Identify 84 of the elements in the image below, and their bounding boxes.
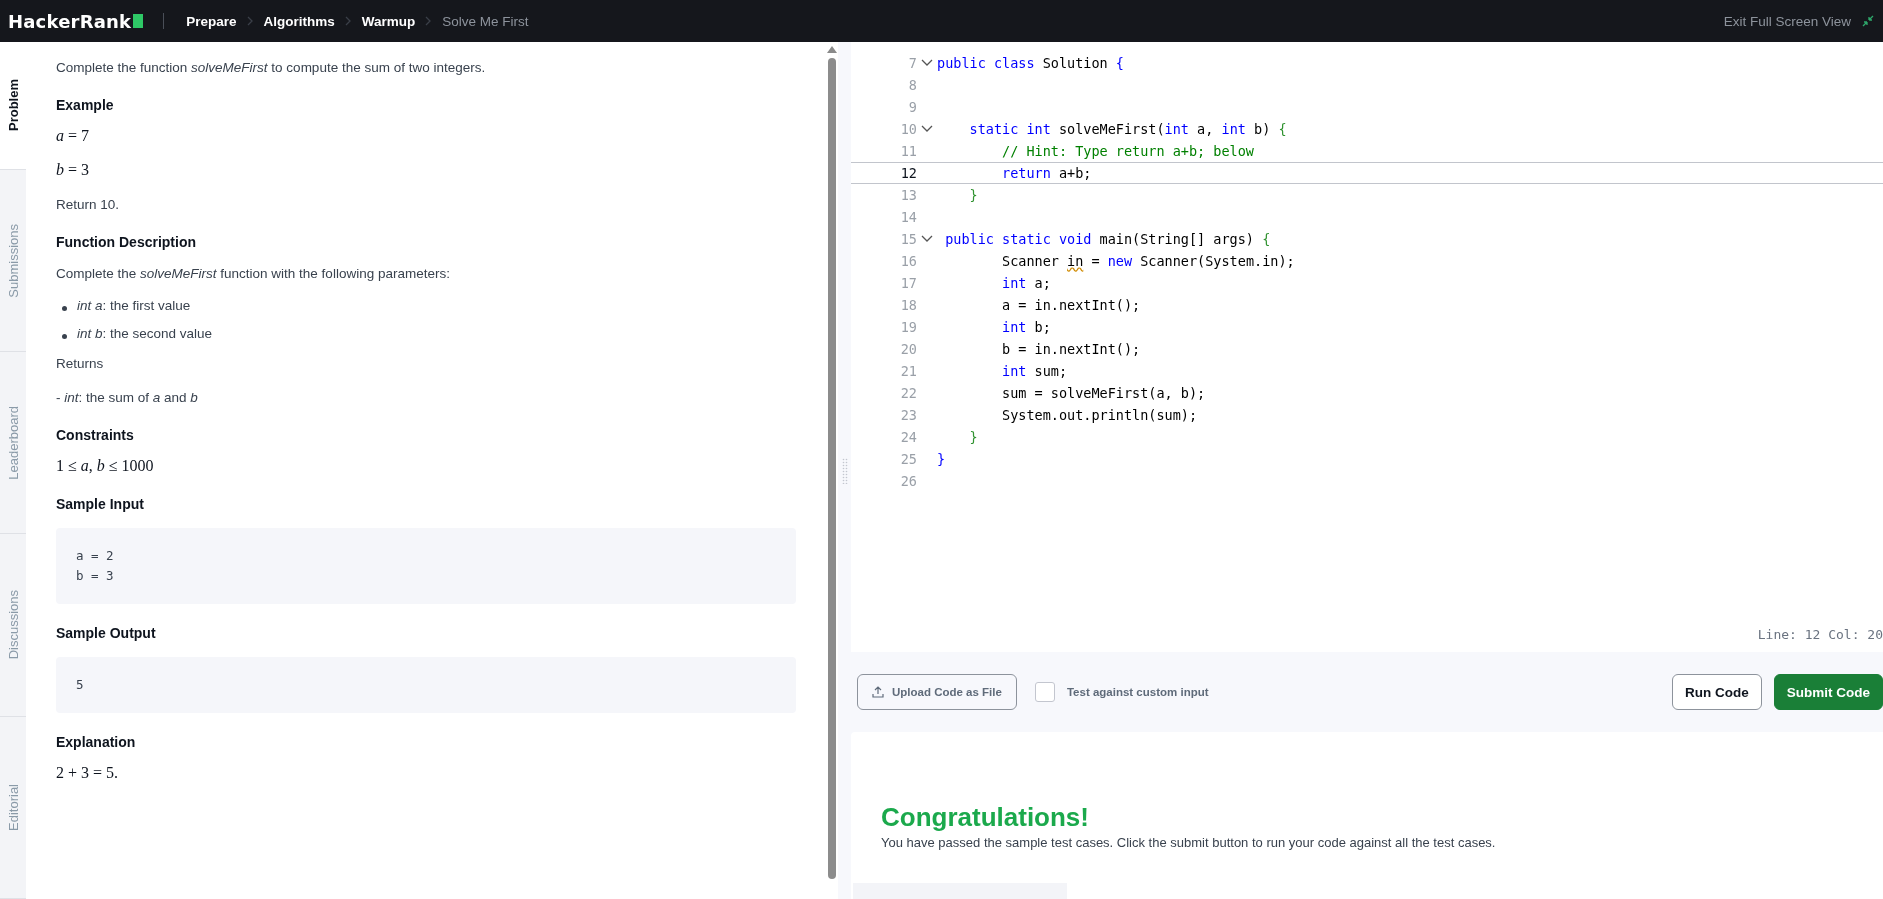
code-line: // Hint: Type return a+b; below	[1001, 143, 1254, 159]
paragraph: - int: the sum of a and b	[56, 389, 199, 407]
code-line: }	[937, 451, 946, 467]
code-line: public class Solution {	[937, 55, 1124, 71]
drag-handle-icon[interactable]	[841, 457, 848, 484]
fold-chevron-icon[interactable]	[921, 59, 933, 67]
code-line: int b;	[1001, 319, 1051, 335]
line-number: 16	[899, 253, 917, 269]
line-number: 24	[899, 429, 917, 445]
line-number: 25	[899, 451, 917, 467]
line-number: 12	[899, 165, 917, 181]
line-number: 23	[899, 407, 917, 423]
checkbox-label[interactable]: Test against custom input	[1066, 686, 1209, 698]
breadcrumb-link[interactable]: Algorithms	[263, 13, 335, 29]
chevron-icon	[425, 16, 433, 26]
logo[interactable]: HackerRank	[8, 10, 132, 32]
line-number: 8	[907, 77, 917, 93]
code-line: return a+b;	[1001, 165, 1092, 181]
code-line: 5	[76, 676, 85, 694]
line-number: 22	[899, 385, 917, 401]
line-number: 20	[899, 341, 917, 357]
code-line: b = in.nextInt();	[1001, 341, 1141, 357]
scroll-up-arrow-icon[interactable]	[827, 46, 837, 53]
section-heading: Sample Output	[56, 624, 157, 643]
line-number: 18	[899, 297, 917, 313]
chevron-icon	[344, 16, 352, 26]
line-number: 11	[899, 143, 917, 159]
section-heading: Example	[56, 96, 115, 115]
chevron-icon	[246, 16, 254, 26]
code-line: b = 3	[76, 567, 115, 585]
fold-chevron-icon[interactable]	[921, 235, 933, 243]
bullet-icon	[62, 305, 67, 311]
code-line: System.out.println(sum);	[1001, 407, 1198, 423]
fold-chevron-icon[interactable]	[921, 125, 933, 133]
line-number: 15	[899, 231, 917, 247]
code-line: int sum;	[1001, 363, 1068, 379]
line-number: 26	[899, 473, 917, 489]
code-line: }	[968, 429, 978, 445]
code-line: public static void main(String[] args) {	[944, 231, 1271, 247]
result-title: Congratulations!	[881, 802, 1090, 833]
list-item: int b: the second value	[77, 325, 213, 343]
line-number: 17	[899, 275, 917, 291]
code-line: Scanner in = new Scanner(System.in);	[1001, 253, 1295, 269]
checkbox[interactable]	[1034, 682, 1055, 702]
breadcrumb-link[interactable]: Prepare	[186, 13, 237, 29]
run-code-button[interactable]: Run Code	[1672, 674, 1762, 710]
code-line: a = 2	[76, 547, 115, 565]
line-number: 10	[899, 121, 917, 137]
code-line: }	[968, 187, 978, 203]
code-line: int a;	[1001, 275, 1051, 291]
bullet-icon	[62, 333, 67, 339]
breadcrumb-link[interactable]: Solve Me First	[442, 13, 529, 29]
math-expression: a = 7	[56, 126, 91, 146]
code-line: sum = solveMeFirst(a, b);	[1001, 385, 1206, 401]
paragraph: Complete the function solveMeFirst to compute the sum of two integers.	[56, 59, 487, 77]
result-message: You have passed the sample test cases. Click the submit button to run your code against all the test cases.	[881, 835, 1497, 850]
list-item: int a: the first value	[77, 297, 191, 315]
paragraph: Complete the solveMeFirst function with the following parameters:	[56, 265, 451, 283]
upload-icon	[872, 686, 884, 698]
code-line: a = in.nextInt();	[1001, 297, 1141, 313]
line-number: 7	[907, 55, 917, 71]
paragraph: Return 10.	[56, 196, 121, 214]
logo-block-icon	[133, 14, 144, 28]
side-tab[interactable]: Problem	[0, 42, 26, 170]
math-expression: 1 ≤ a, b ≤ 1000	[56, 456, 155, 476]
submit-code-button[interactable]: Submit Code	[1773, 674, 1883, 710]
exit-full-screen-link[interactable]: Exit Full Screen View	[1723, 13, 1851, 29]
section-heading: Function Description	[56, 233, 197, 252]
paragraph: Returns	[56, 355, 105, 373]
line-number: 14	[899, 209, 917, 225]
section-heading: Sample Input	[56, 495, 145, 514]
math-expression: b = 3	[56, 160, 91, 180]
line-number: 13	[899, 187, 917, 203]
line-number: 21	[899, 363, 917, 379]
line-number: 9	[907, 99, 917, 115]
code-line: static int solveMeFirst(int a, int b) {	[968, 121, 1287, 137]
cursor-position: Line: 12 Col: 20	[1756, 627, 1883, 644]
breadcrumb-link[interactable]: Warmup	[361, 13, 416, 29]
line-number: 19	[899, 319, 917, 335]
section-heading: Constraints	[56, 426, 135, 445]
collapse-icon[interactable]	[1861, 14, 1875, 28]
upload-button[interactable]: Upload Code as File	[857, 674, 1017, 710]
section-heading: Explanation	[56, 733, 137, 752]
math-expression: 2 + 3 = 5.	[56, 763, 120, 783]
